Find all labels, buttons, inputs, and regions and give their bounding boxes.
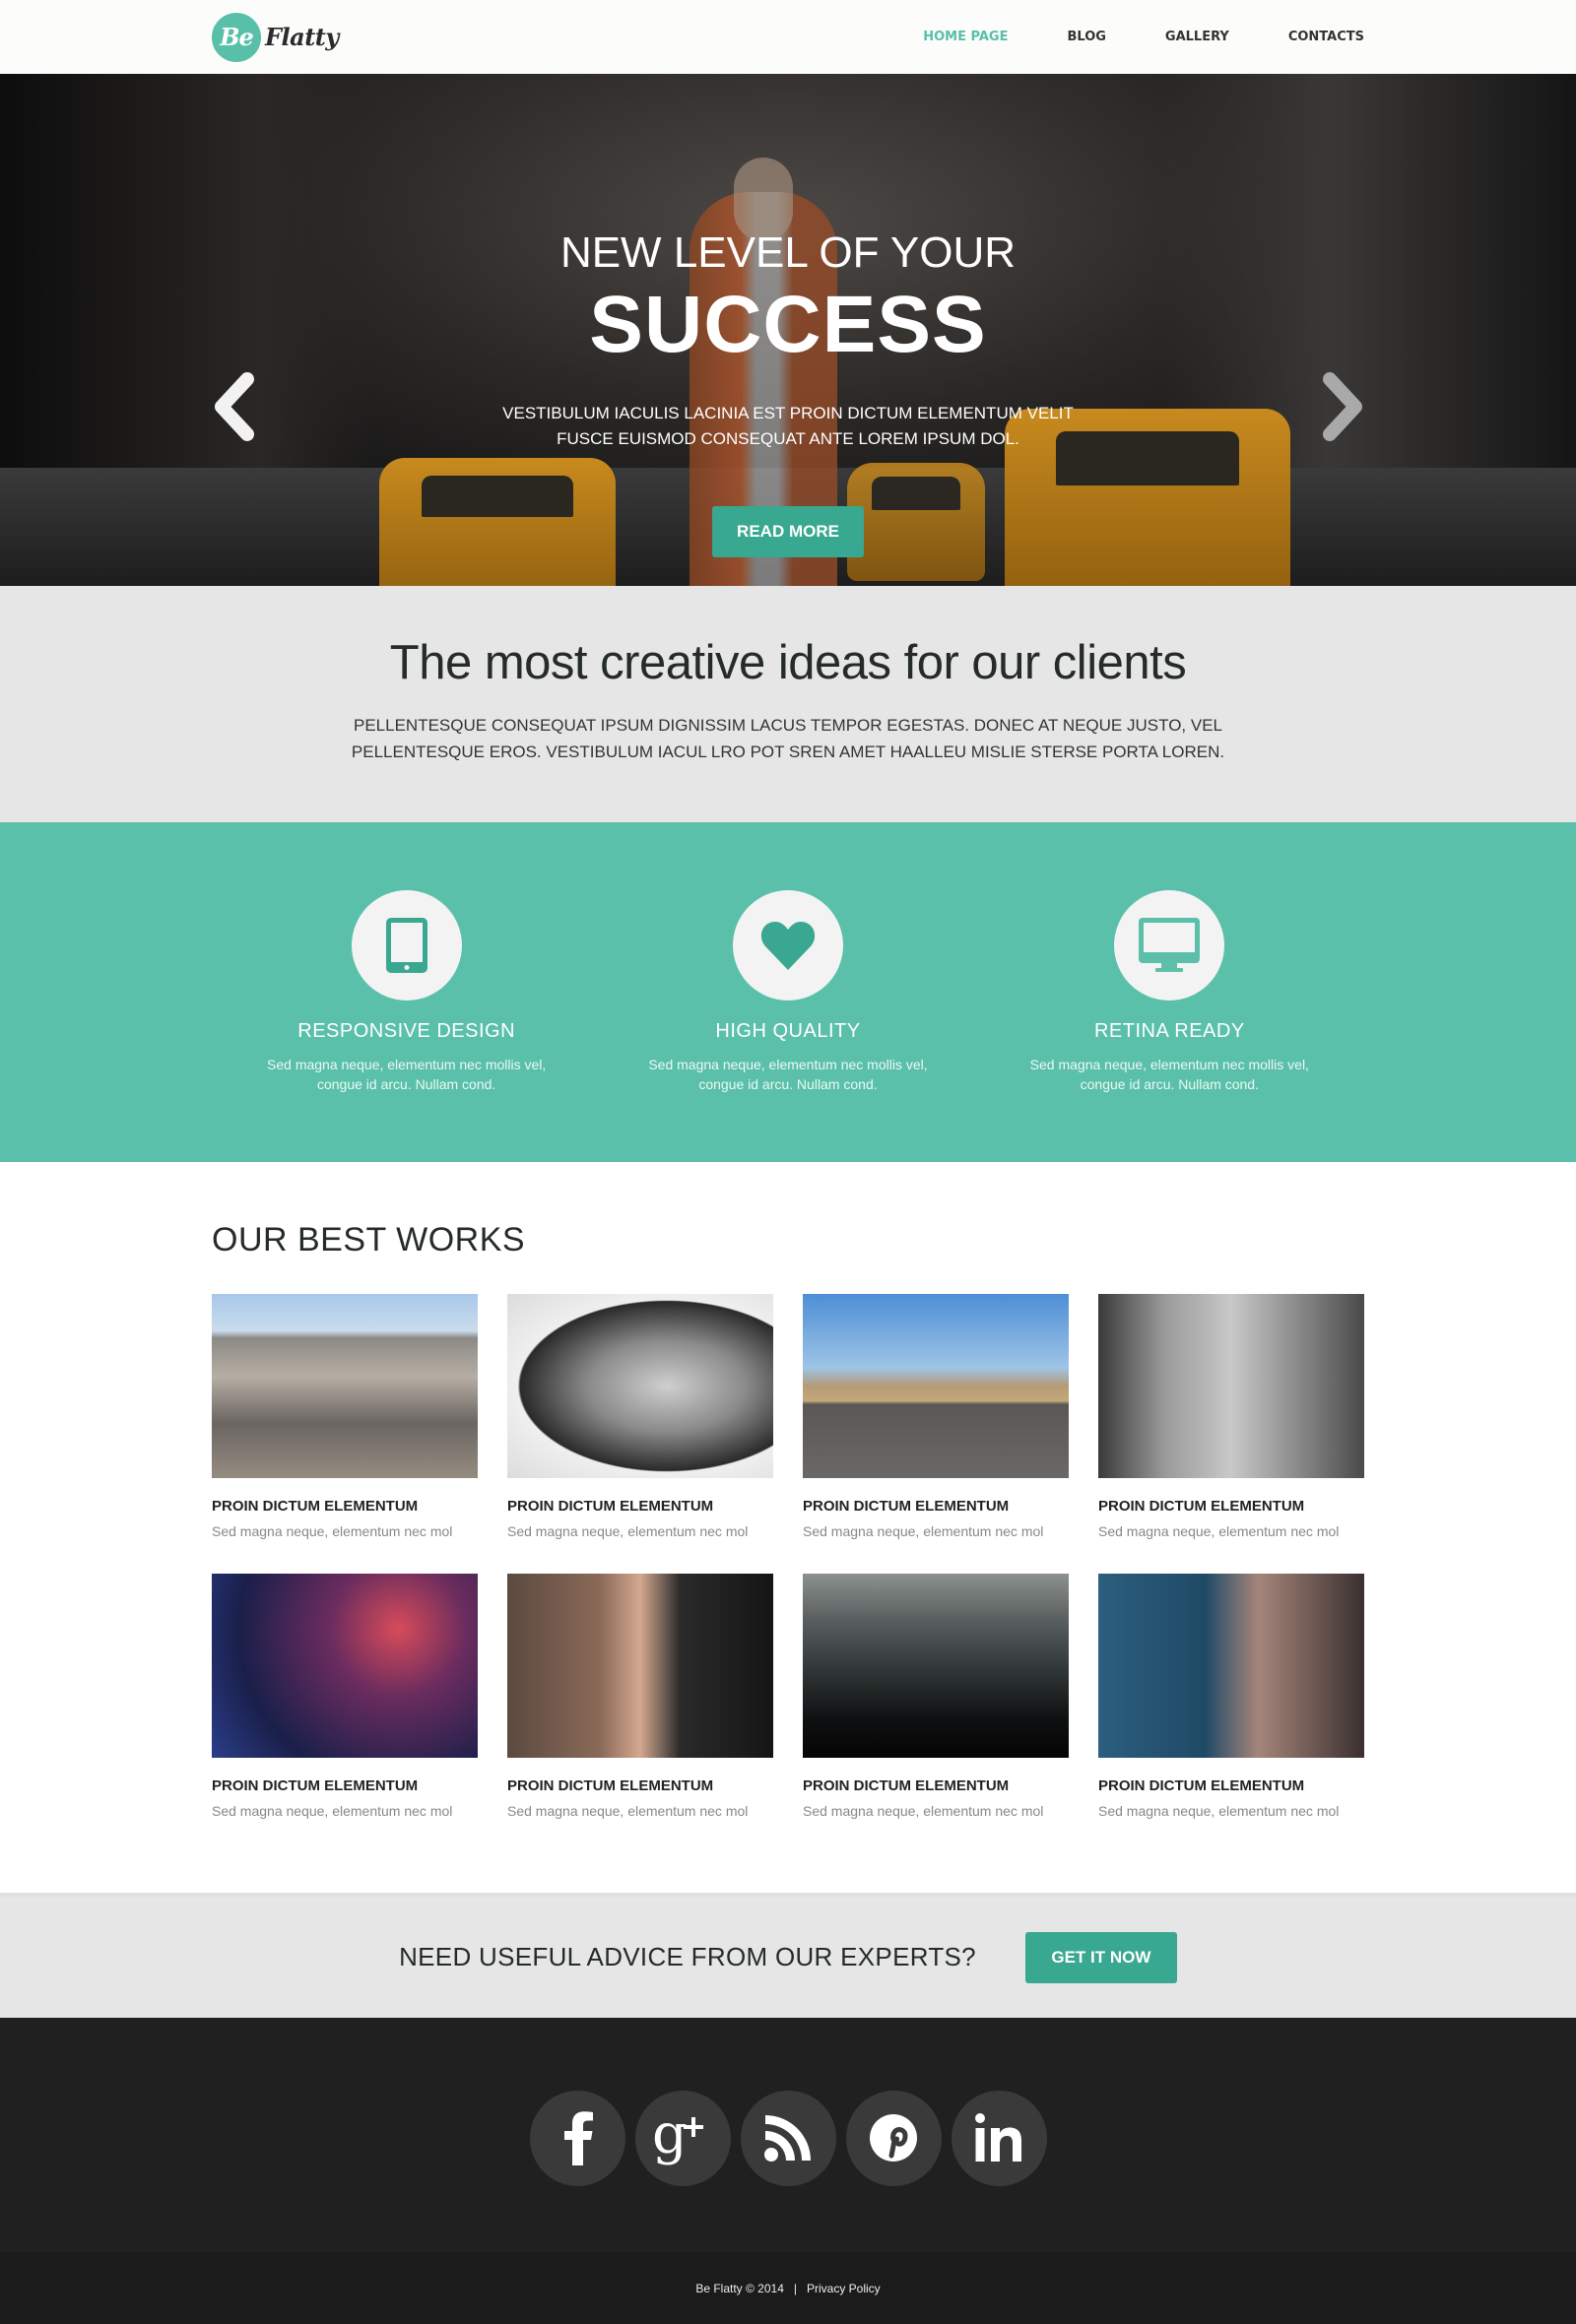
cta-section: NEED USEFUL ADVICE FROM OUR EXPERTS? GET… (0, 1893, 1576, 2018)
intro-section: The most creative ideas for our clients … (0, 586, 1576, 822)
intro-text: PELLENTESQUE CONSEQUAT IPSUM DIGNISSIM L… (351, 716, 1225, 761)
work-image-romantic-couple[interactable] (507, 1574, 773, 1758)
work-text: Sed magna neque, elementum nec mol (212, 1523, 453, 1539)
feature-high-quality: HIGH QUALITY Sed magna neque, elementum … (597, 822, 978, 1094)
footer-social: g (0, 2018, 1576, 2252)
google-plus-icon: g (652, 2103, 703, 2166)
intro-title: The most creative ideas for our clients (389, 636, 1187, 689)
work-item[interactable]: PROIN DICTUM ELEMENTUM Sed magna neque, … (803, 1574, 1069, 1819)
linkedin-link[interactable] (951, 2090, 1047, 2186)
feature-icon-circle (351, 890, 462, 1001)
works-section: OUR BEST WORKS PROIN DICTUM ELEMENTUM Se… (0, 1162, 1576, 1893)
work-title[interactable]: PROIN DICTUM ELEMENTUM (1098, 1777, 1364, 1794)
heart-icon (760, 921, 816, 970)
feature-title: HIGH QUALITY (715, 1020, 861, 1042)
work-text: Sed magna neque, elementum nec mol (1098, 1803, 1340, 1819)
work-item[interactable]: PROIN DICTUM ELEMENTUM Sed magna neque, … (1098, 1294, 1364, 1539)
footer-separator: | (793, 2281, 797, 2295)
work-image-party-couple[interactable] (212, 1574, 478, 1758)
nav-gallery[interactable]: GALLERY (1165, 30, 1229, 44)
features-section: RESPONSIVE DESIGN Sed magna neque, eleme… (0, 822, 1576, 1162)
feature-text: Sed magna neque, elementum nec mollis ve… (267, 1057, 547, 1092)
work-item[interactable]: PROIN DICTUM ELEMENTUM Sed magna neque, … (507, 1294, 773, 1539)
work-title[interactable]: PROIN DICTUM ELEMENTUM (803, 1498, 1069, 1515)
hero-title-line2: SUCCESS (589, 280, 987, 369)
works-heading: OUR BEST WORKS (212, 1221, 526, 1259)
work-title[interactable]: PROIN DICTUM ELEMENTUM (507, 1777, 773, 1794)
footer-bottom-bar: Be Flatty © 2014 | Privacy Policy (0, 2252, 1576, 2324)
feature-title: RESPONSIVE DESIGN (297, 1020, 516, 1042)
logo[interactable]: Be Flatty (212, 12, 339, 62)
main-nav: HOME PAGE BLOG GALLERY CONTACTS (864, 30, 1364, 44)
social-links: g (529, 2090, 1047, 2186)
feature-title: RETINA READY (1093, 1020, 1245, 1042)
facebook-icon (564, 2111, 593, 2165)
work-item[interactable]: PROIN DICTUM ELEMENTUM Sed magna neque, … (212, 1574, 478, 1819)
monitor-icon (1139, 918, 1201, 972)
hero-description: VESTIBULUM IACULIS LACINIA EST PROIN DIC… (502, 404, 1074, 448)
work-image-woman-hair[interactable] (1098, 1574, 1364, 1758)
cta-text: NEED USEFUL ADVICE FROM OUR EXPERTS? (399, 1942, 976, 1971)
work-text: Sed magna neque, elementum nec mol (803, 1523, 1044, 1539)
site-header: Be Flatty HOME PAGE BLOG GALLERY CONTACT… (0, 0, 1576, 74)
work-text: Sed magna neque, elementum nec mol (507, 1803, 749, 1819)
facebook-link[interactable] (529, 2090, 625, 2186)
logo-text: Flatty (265, 23, 339, 51)
hero-title-line1: NEW LEVEL OF YOUR (559, 228, 1017, 277)
work-item[interactable]: PROIN DICTUM ELEMENTUM Sed magna neque, … (212, 1294, 478, 1539)
privacy-policy-link[interactable]: Privacy Policy (807, 2282, 881, 2295)
pinterest-link[interactable] (845, 2090, 942, 2186)
feature-text: Sed magna neque, elementum nec mollis ve… (648, 1057, 928, 1092)
get-it-now-button[interactable]: GET IT NOW (1024, 1931, 1177, 1983)
work-text: Sed magna neque, elementum nec mol (507, 1523, 749, 1539)
work-title[interactable]: PROIN DICTUM ELEMENTUM (507, 1498, 773, 1515)
feature-icon-circle (1114, 890, 1225, 1001)
work-title[interactable]: PROIN DICTUM ELEMENTUM (212, 1777, 478, 1794)
svg-text:g: g (652, 2103, 688, 2166)
work-text: Sed magna neque, elementum nec mol (212, 1803, 453, 1819)
work-image-man-portrait[interactable] (507, 1294, 773, 1478)
works-grid: PROIN DICTUM ELEMENTUM Sed magna neque, … (212, 1294, 1364, 1819)
work-image-night-city[interactable] (803, 1574, 1069, 1758)
work-title[interactable]: PROIN DICTUM ELEMENTUM (803, 1777, 1069, 1794)
work-item[interactable]: PROIN DICTUM ELEMENTUM Sed magna neque, … (1098, 1574, 1364, 1819)
work-image-desert-road-car[interactable] (803, 1294, 1069, 1478)
copyright-text: Be Flatty © 2014 (695, 2281, 784, 2295)
nav-blog[interactable]: BLOG (1067, 30, 1105, 44)
nav-home-page[interactable]: HOME PAGE (923, 30, 1008, 44)
work-text: Sed magna neque, elementum nec mol (803, 1803, 1044, 1819)
read-more-button[interactable]: READ MORE (712, 506, 864, 557)
work-image-city-aerial[interactable] (212, 1294, 478, 1478)
tablet-icon (385, 918, 427, 973)
work-title[interactable]: PROIN DICTUM ELEMENTUM (1098, 1498, 1364, 1515)
work-item[interactable]: PROIN DICTUM ELEMENTUM Sed magna neque, … (507, 1574, 773, 1819)
rss-link[interactable] (740, 2090, 836, 2186)
work-text: Sed magna neque, elementum nec mol (1098, 1523, 1340, 1539)
linkedin-icon (975, 2113, 1021, 2162)
pinterest-icon (870, 2114, 917, 2162)
feature-icon-circle (732, 890, 843, 1001)
feature-text: Sed magna neque, elementum nec mollis ve… (1029, 1057, 1309, 1092)
hero-content: NEW LEVEL OF YOUR SUCCESS VESTIBULUM IAC… (0, 231, 1576, 557)
rss-icon (764, 2115, 811, 2162)
feature-responsive-design: RESPONSIVE DESIGN Sed magna neque, eleme… (216, 822, 597, 1094)
google-plus-link[interactable]: g (634, 2090, 731, 2186)
nav-contacts[interactable]: CONTACTS (1288, 30, 1364, 44)
hero-slider: NEW LEVEL OF YOUR SUCCESS VESTIBULUM IAC… (0, 74, 1576, 586)
work-title[interactable]: PROIN DICTUM ELEMENTUM (212, 1498, 478, 1515)
feature-retina-ready: RETINA READY Sed magna neque, elementum … (979, 822, 1360, 1094)
work-item[interactable]: PROIN DICTUM ELEMENTUM Sed magna neque, … (803, 1294, 1069, 1539)
logo-mark: Be (212, 12, 261, 62)
work-image-shopping-woman[interactable] (1098, 1294, 1364, 1478)
